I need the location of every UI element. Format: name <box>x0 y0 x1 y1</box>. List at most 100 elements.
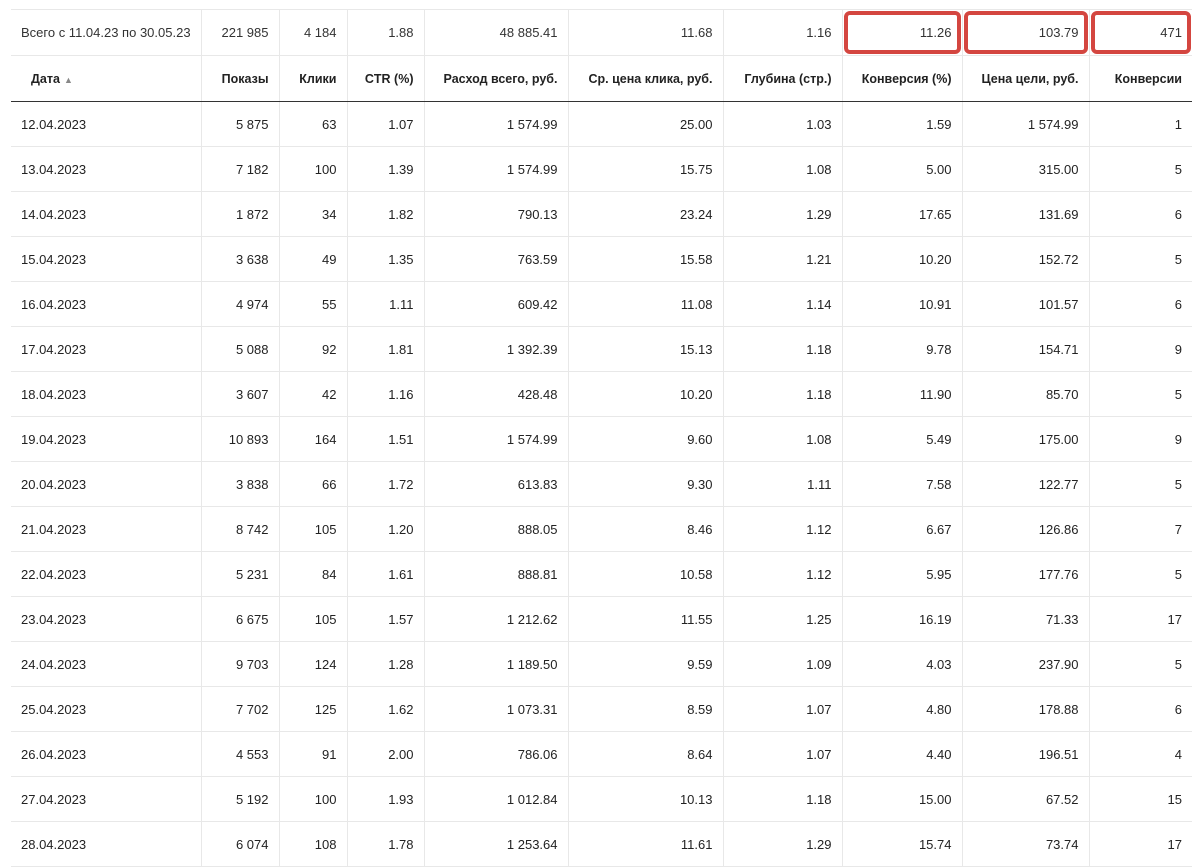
cell-conversions: 5 <box>1089 461 1192 507</box>
cell-spend: 888.05 <box>424 506 569 552</box>
cell-date: 20.04.2023 <box>11 461 202 507</box>
cell-avg-cpc: 11.08 <box>568 281 724 327</box>
cell-clicks: 55 <box>279 281 348 327</box>
cell-ctr: 1.20 <box>347 506 425 552</box>
cell-avg-cpc: 11.61 <box>568 821 724 867</box>
table-row: 18.04.2023 3 607 42 1.16 428.48 10.20 1.18 11.9… <box>11 371 1192 417</box>
cell-impressions: 3 638 <box>201 236 280 282</box>
cell-avg-cpc: 25.00 <box>568 101 724 147</box>
cell-avg-cpc: 15.58 <box>568 236 724 282</box>
cell-spend: 613.83 <box>424 461 569 507</box>
cell-date: 18.04.2023 <box>11 371 202 417</box>
cell-impressions: 5 875 <box>201 101 280 147</box>
column-header-date[interactable]: Дата ▲ <box>11 55 202 102</box>
cell-conversion-rate: 15.74 <box>842 821 963 867</box>
cell-date: 17.04.2023 <box>11 326 202 372</box>
column-header-conversion-rate[interactable]: Конверсия (%) <box>842 55 963 102</box>
cell-ctr: 1.51 <box>347 416 425 462</box>
sort-ascending-icon: ▲ <box>63 74 73 85</box>
cell-spend: 1 574.99 <box>424 416 569 462</box>
cell-depth: 1.21 <box>723 236 843 282</box>
table-row: 12.04.2023 5 875 63 1.07 1 574.99 25.00 1.03 1.… <box>11 101 1192 147</box>
cell-avg-cpc: 8.64 <box>568 731 724 777</box>
cell-conversion-rate: 5.95 <box>842 551 963 597</box>
cell-goal-cost: 315.00 <box>962 146 1090 192</box>
cell-spend: 428.48 <box>424 371 569 417</box>
cell-ctr: 1.16 <box>347 371 425 417</box>
cell-avg-cpc: 9.59 <box>568 641 724 687</box>
cell-goal-cost: 85.70 <box>962 371 1090 417</box>
cell-goal-cost: 1 574.99 <box>962 101 1090 147</box>
cell-clicks: 124 <box>279 641 348 687</box>
header-row: Дата ▲ Показы Клики CTR (%) Расход всего,… <box>11 55 1192 102</box>
cell-impressions: 6 675 <box>201 596 280 642</box>
cell-avg-cpc: 11.55 <box>568 596 724 642</box>
table-row: 23.04.2023 6 675 105 1.57 1 212.62 11.55 1.25 1… <box>11 596 1192 642</box>
column-header-goal-cost[interactable]: Цена цели, руб. <box>962 55 1090 102</box>
cell-conversions: 9 <box>1089 416 1192 462</box>
cell-depth: 1.25 <box>723 596 843 642</box>
cell-goal-cost: 178.88 <box>962 686 1090 732</box>
column-header-ctr[interactable]: CTR (%) <box>347 55 425 102</box>
table-row: 14.04.2023 1 872 34 1.82 790.13 23.24 1.29 17.6… <box>11 191 1192 237</box>
column-header-spend[interactable]: Расход всего, руб. <box>424 55 569 102</box>
column-header-conversions[interactable]: Конверсии <box>1089 55 1192 102</box>
cell-conversion-rate: 16.19 <box>842 596 963 642</box>
cell-clicks: 105 <box>279 596 348 642</box>
cell-ctr: 1.72 <box>347 461 425 507</box>
cell-conversions: 6 <box>1089 191 1192 237</box>
total-conversions: 471 <box>1089 9 1192 56</box>
cell-conversions: 9 <box>1089 326 1192 372</box>
cell-date: 27.04.2023 <box>11 776 202 822</box>
cell-impressions: 7 182 <box>201 146 280 192</box>
cell-depth: 1.18 <box>723 326 843 372</box>
total-goal-cost-value: 103.79 <box>1038 25 1079 40</box>
cell-goal-cost: 122.77 <box>962 461 1090 507</box>
cell-conversion-rate: 17.65 <box>842 191 963 237</box>
cell-depth: 1.18 <box>723 776 843 822</box>
cell-impressions: 5 231 <box>201 551 280 597</box>
cell-clicks: 105 <box>279 506 348 552</box>
cell-avg-cpc: 9.60 <box>568 416 724 462</box>
cell-clicks: 108 <box>279 821 348 867</box>
cell-depth: 1.08 <box>723 416 843 462</box>
cell-impressions: 3 607 <box>201 371 280 417</box>
cell-spend: 1 392.39 <box>424 326 569 372</box>
cell-conversion-rate: 4.80 <box>842 686 963 732</box>
cell-conversion-rate: 1.59 <box>842 101 963 147</box>
table-row: 21.04.2023 8 742 105 1.20 888.05 8.46 1.12 6.67… <box>11 506 1192 552</box>
cell-clicks: 125 <box>279 686 348 732</box>
cell-avg-cpc: 23.24 <box>568 191 724 237</box>
cell-spend: 609.42 <box>424 281 569 327</box>
table-row: 17.04.2023 5 088 92 1.81 1 392.39 15.13 1.18 9.… <box>11 326 1192 372</box>
cell-spend: 763.59 <box>424 236 569 282</box>
cell-conversion-rate: 5.00 <box>842 146 963 192</box>
cell-avg-cpc: 10.13 <box>568 776 724 822</box>
cell-depth: 1.12 <box>723 551 843 597</box>
cell-depth: 1.29 <box>723 821 843 867</box>
table-row: 26.04.2023 4 553 91 2.00 786.06 8.64 1.07 4.40 1… <box>11 731 1192 777</box>
cell-goal-cost: 175.00 <box>962 416 1090 462</box>
cell-impressions: 4 974 <box>201 281 280 327</box>
column-header-impressions[interactable]: Показы <box>201 55 280 102</box>
cell-conversions: 17 <box>1089 596 1192 642</box>
cell-clicks: 34 <box>279 191 348 237</box>
cell-ctr: 1.11 <box>347 281 425 327</box>
column-header-depth[interactable]: Глубина (стр.) <box>723 55 843 102</box>
cell-spend: 1 574.99 <box>424 101 569 147</box>
cell-depth: 1.11 <box>723 461 843 507</box>
column-header-avg-cpc[interactable]: Ср. цена клика, руб. <box>568 55 724 102</box>
cell-conversions: 15 <box>1089 776 1192 822</box>
total-avg-cpc: 11.68 <box>568 9 724 56</box>
cell-depth: 1.29 <box>723 191 843 237</box>
cell-depth: 1.12 <box>723 506 843 552</box>
cell-avg-cpc: 15.75 <box>568 146 724 192</box>
cell-date: 22.04.2023 <box>11 551 202 597</box>
cell-spend: 1 574.99 <box>424 146 569 192</box>
cell-impressions: 5 192 <box>201 776 280 822</box>
total-depth: 1.16 <box>723 9 843 56</box>
cell-conversion-rate: 9.78 <box>842 326 963 372</box>
cell-conversions: 4 <box>1089 731 1192 777</box>
column-header-clicks[interactable]: Клики <box>279 55 348 102</box>
cell-goal-cost: 154.71 <box>962 326 1090 372</box>
